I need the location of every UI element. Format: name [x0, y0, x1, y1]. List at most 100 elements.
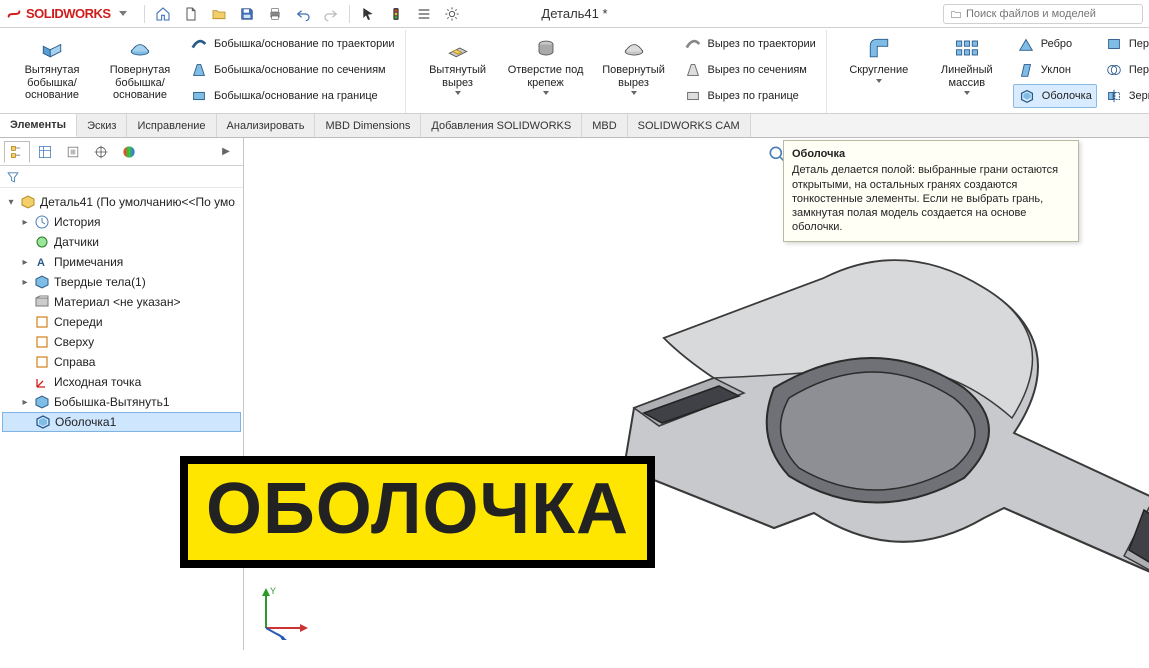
fm-filter-row	[0, 166, 243, 188]
mirror-button[interactable]: Зеркал	[1101, 84, 1149, 108]
lofted-cut-button[interactable]: Вырез по сечениям	[680, 58, 820, 82]
shell-button[interactable]: Оболочка	[1013, 84, 1097, 108]
extrude-boss-label: Вытянутая бобышка/основание	[10, 64, 94, 102]
fillet-button[interactable]: Скругление	[837, 32, 921, 83]
view-triad: Y	[254, 580, 314, 640]
undo-icon	[295, 6, 311, 22]
extrude-boss-button[interactable]: Вытянутая бобышка/основание	[10, 32, 94, 102]
tree-right-plane[interactable]: Справа	[2, 352, 241, 372]
linear-pattern-label: Линейный массив	[925, 64, 1009, 89]
save-button[interactable]	[234, 3, 260, 25]
hole-wizard-button[interactable]: Отверстие под крепеж	[504, 32, 588, 95]
fm-tab-tree[interactable]	[4, 141, 30, 163]
expand-menu-icon[interactable]	[119, 11, 127, 16]
extrude-cut-icon	[444, 34, 472, 62]
redo-button[interactable]	[318, 3, 344, 25]
print-button[interactable]	[262, 3, 288, 25]
fm-tab-dim[interactable]	[88, 141, 114, 163]
app-logo: SOLIDWORKS	[6, 6, 127, 22]
main-area: ▶ ▾ Деталь41 (По умолчанию<<По умо ▸Исто…	[0, 138, 1149, 650]
lofted-boss-button[interactable]: Бобышка/основание по сечениям	[186, 58, 399, 82]
command-manager-tabs: Элементы Эскиз Исправление Анализировать…	[0, 114, 1149, 138]
wrap-button[interactable]: Перен	[1101, 32, 1149, 56]
boundary-cut-icon	[684, 87, 702, 105]
new-button[interactable]	[178, 3, 204, 25]
gear-icon	[444, 6, 460, 22]
print-icon	[267, 6, 283, 22]
revolve-boss-icon	[126, 34, 154, 62]
revolve-boss-button[interactable]: Повернутая бобышка/основание	[98, 32, 182, 102]
draft-button[interactable]: Уклон	[1013, 58, 1097, 82]
tree-material[interactable]: Материал <не указан>	[2, 292, 241, 312]
open-button[interactable]	[206, 3, 232, 25]
plane-icon	[34, 314, 50, 330]
intersect-button[interactable]: Пересе	[1101, 58, 1149, 82]
search-input[interactable]	[966, 8, 1136, 20]
plane-icon	[34, 334, 50, 350]
tab-mbd[interactable]: MBD	[582, 114, 627, 137]
expand-icon[interactable]: ▸	[20, 397, 30, 408]
annotations-icon: A	[34, 254, 50, 270]
app-brand: SOLIDWORKS	[26, 6, 111, 21]
intersect-icon	[1105, 61, 1123, 79]
tree-feature-extrude[interactable]: ▸Бобышка-Вытянуть1	[2, 392, 241, 412]
tree-origin[interactable]: Исходная точка	[2, 372, 241, 392]
rib-button[interactable]: Ребро	[1013, 32, 1097, 56]
rib-icon	[1017, 35, 1035, 53]
home-button[interactable]	[150, 3, 176, 25]
tree-top-plane[interactable]: Сверху	[2, 332, 241, 352]
rebuild-button[interactable]	[383, 3, 409, 25]
history-icon	[34, 214, 50, 230]
tab-analyze[interactable]: Анализировать	[217, 114, 316, 137]
options-list-button[interactable]	[411, 3, 437, 25]
tree-feature-shell[interactable]: Оболочка1	[2, 412, 241, 432]
fm-tab-config[interactable]	[60, 141, 86, 163]
open-folder-icon	[211, 6, 227, 22]
tab-sketch[interactable]: Эскиз	[77, 114, 127, 137]
revolve-cut-button[interactable]: Повернутый вырез	[592, 32, 676, 95]
expand-icon[interactable]: ▸	[20, 277, 30, 288]
tooltip-title: Оболочка	[792, 147, 1070, 161]
revolve-boss-label: Повернутая бобышка/основание	[98, 64, 182, 102]
svg-text:Y: Y	[270, 586, 276, 596]
tree-root[interactable]: ▾ Деталь41 (По умолчанию<<По умо	[2, 192, 241, 212]
graphics-viewport[interactable]: Оболочка Деталь делается полой: выбранны…	[244, 138, 1149, 650]
model-3d-part	[544, 218, 1149, 668]
select-button[interactable]	[355, 3, 381, 25]
draft-icon	[1017, 61, 1035, 79]
feature-tree: ▾ Деталь41 (По умолчанию<<По умо ▸Истори…	[0, 188, 243, 436]
search-box[interactable]	[943, 4, 1143, 24]
filter-icon[interactable]	[6, 170, 20, 184]
tree-history[interactable]: ▸История	[2, 212, 241, 232]
tree-front-plane[interactable]: Спереди	[2, 312, 241, 332]
settings-button[interactable]	[439, 3, 465, 25]
swept-boss-button[interactable]: Бобышка/основание по траектории	[186, 32, 399, 56]
tab-sw-cam[interactable]: SOLIDWORKS CAM	[628, 114, 751, 137]
fm-tab-property[interactable]	[32, 141, 58, 163]
extrude-cut-button[interactable]: Вытянутый вырез	[416, 32, 500, 95]
tree-solid-bodies[interactable]: ▸Твердые тела(1)	[2, 272, 241, 292]
material-icon	[34, 294, 50, 310]
expand-icon[interactable]: ▸	[20, 217, 30, 228]
titlebar: SOLIDWORKS Деталь41 *	[0, 0, 1149, 28]
expand-icon[interactable]: ▸	[20, 257, 30, 268]
tree-sensors[interactable]: Датчики	[2, 232, 241, 252]
boundary-boss-button[interactable]: Бобышка/основание на границе	[186, 84, 399, 108]
tab-mbd-dimensions[interactable]: MBD Dimensions	[315, 114, 421, 137]
undo-button[interactable]	[290, 3, 316, 25]
extrude-boss-icon	[38, 34, 66, 62]
tab-features[interactable]: Элементы	[0, 114, 77, 137]
boundary-cut-button[interactable]: Вырез по границе	[680, 84, 820, 108]
fm-tab-appearance[interactable]	[116, 141, 142, 163]
tab-sw-addins[interactable]: Добавления SOLIDWORKS	[421, 114, 582, 137]
fm-tab-more[interactable]: ▶	[213, 141, 239, 163]
linear-pattern-button[interactable]: Линейный массив	[925, 32, 1009, 95]
lofted-boss-icon	[190, 61, 208, 79]
collapse-icon[interactable]: ▾	[6, 197, 16, 208]
tab-evaluate[interactable]: Исправление	[127, 114, 216, 137]
swept-boss-icon	[190, 35, 208, 53]
swept-cut-button[interactable]: Вырез по траектории	[680, 32, 820, 56]
fillet-icon	[865, 34, 893, 62]
tree-annotations[interactable]: ▸AПримечания	[2, 252, 241, 272]
shell-icon	[1018, 87, 1036, 105]
